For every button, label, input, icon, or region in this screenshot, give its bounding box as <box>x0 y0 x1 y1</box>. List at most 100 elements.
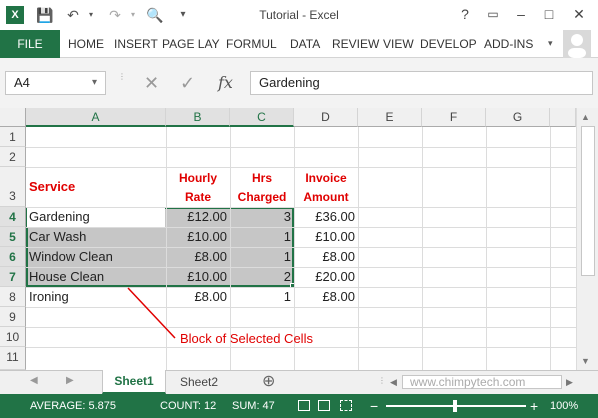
tab-view[interactable]: VIEW <box>383 30 414 58</box>
column-header-a[interactable]: A <box>26 108 166 127</box>
tab-formulas[interactable]: FORMUL <box>226 30 277 58</box>
cell-amount[interactable]: £20.00 <box>294 267 358 287</box>
sheet-tab-bar: ◀ ▶ Sheet1 Sheet2 ⊕ ⋮ ◀ www.chimpytech.c… <box>0 370 598 394</box>
header-hourly-rate-line1: Hourly <box>178 171 217 185</box>
row-header-10[interactable]: 10 <box>0 327 26 347</box>
formula-input[interactable]: Gardening <box>250 71 593 95</box>
insert-function-icon[interactable]: fx <box>218 71 233 95</box>
tab-file[interactable]: FILE <box>0 30 60 58</box>
sheet-next-icon[interactable]: ▶ <box>66 375 74 386</box>
page-break-view-icon[interactable] <box>340 400 352 411</box>
gridline <box>26 147 576 148</box>
status-sum: SUM: 47 <box>232 400 275 412</box>
cell-hrs[interactable]: 3 <box>230 207 294 227</box>
formula-bar-grip-icon[interactable]: ⋮ <box>118 73 126 92</box>
status-count: COUNT: 12 <box>160 400 217 412</box>
header-invoice-amount-line2: Amount <box>303 190 349 204</box>
gridline <box>422 127 423 370</box>
tab-review[interactable]: REVIEW <box>332 30 379 58</box>
tab-add-ins[interactable]: ADD-INS <box>484 30 533 58</box>
scroll-up-icon[interactable]: ▲ <box>581 112 590 122</box>
zoom-out-icon[interactable]: − <box>370 394 378 418</box>
watermark: www.chimpytech.com <box>410 375 526 389</box>
name-box-dropdown-icon[interactable]: ▾ <box>92 73 104 93</box>
cell-rate[interactable]: £10.00 <box>166 227 230 247</box>
select-all-corner[interactable] <box>0 108 26 127</box>
cell-hrs[interactable]: 1 <box>230 227 294 247</box>
cell-hrs[interactable]: 2 <box>230 267 294 287</box>
enter-icon[interactable]: ✓ <box>180 71 195 95</box>
header-hrs-charged-line2: Charged <box>237 190 287 204</box>
name-box[interactable]: A4 <box>5 71 106 95</box>
scroll-thumb[interactable] <box>581 126 595 276</box>
annotation-label: Block of Selected Cells <box>180 331 313 346</box>
row-header-1[interactable]: 1 <box>0 127 26 147</box>
minimize-button[interactable]: – <box>510 4 532 24</box>
column-header-h[interactable] <box>550 108 576 127</box>
cell-amount[interactable]: £8.00 <box>294 247 358 267</box>
ribbon-collapse-icon[interactable]: ▾ <box>548 38 553 49</box>
tab-split-icon[interactable]: ⋮ <box>378 376 386 385</box>
row-header-4[interactable]: 4 <box>0 207 26 227</box>
row-header-9[interactable]: 9 <box>0 307 26 327</box>
cell-rate[interactable]: £8.00 <box>166 247 230 267</box>
cell-amount[interactable]: £8.00 <box>294 287 358 307</box>
maximize-button[interactable]: □ <box>538 4 560 24</box>
help-button[interactable]: ? <box>454 4 476 24</box>
scroll-down-icon[interactable]: ▼ <box>581 356 590 366</box>
cell-hrs[interactable]: 1 <box>230 287 294 307</box>
row-header-2[interactable]: 2 <box>0 147 26 167</box>
gridline <box>358 127 359 370</box>
row-header-8[interactable]: 8 <box>0 287 26 307</box>
cell-service[interactable]: Gardening <box>26 207 166 227</box>
row-header-7[interactable]: 7 <box>0 267 26 287</box>
row-header-3[interactable]: 3 <box>0 167 26 207</box>
zoom-level[interactable]: 100% <box>550 394 578 418</box>
column-header-c[interactable]: C <box>230 108 294 127</box>
close-button[interactable]: ✕ <box>568 4 590 24</box>
title-bar: X 💾 ↶ ▾ ↷ ▾ 🔍 ▾ Tutorial - Excel ? ▭ – □… <box>0 0 598 30</box>
cell-rate[interactable]: £12.00 <box>166 207 230 227</box>
status-average: AVERAGE: 5.875 <box>30 400 117 412</box>
tab-sheet2[interactable]: Sheet2 <box>168 371 230 393</box>
cell-service[interactable]: Car Wash <box>26 227 166 247</box>
add-sheet-icon[interactable]: ⊕ <box>262 371 275 393</box>
row-header-6[interactable]: 6 <box>0 247 26 267</box>
gridline <box>550 127 551 370</box>
header-hrs-charged-line1: Hrs <box>251 171 272 185</box>
cancel-icon[interactable]: ✕ <box>144 71 159 95</box>
sheet-prev-icon[interactable]: ◀ <box>30 375 38 386</box>
row-header-5[interactable]: 5 <box>0 227 26 247</box>
column-header-f[interactable]: F <box>422 108 486 127</box>
cell-service[interactable]: Window Clean <box>26 247 166 267</box>
column-header-g[interactable]: G <box>486 108 550 127</box>
tab-developer[interactable]: DEVELOP <box>420 30 477 58</box>
row-header-11[interactable]: 11 <box>0 347 26 370</box>
cell-hrs[interactable]: 1 <box>230 247 294 267</box>
column-header-d[interactable]: D <box>294 108 358 127</box>
tab-data[interactable]: DATA <box>290 30 320 58</box>
user-avatar[interactable] <box>563 30 591 58</box>
hscroll-right-icon[interactable]: ▶ <box>566 377 573 388</box>
zoom-in-icon[interactable]: + <box>530 394 538 418</box>
ribbon-tabs: FILE HOME INSERT PAGE LAY FORMUL DATA RE… <box>0 30 598 58</box>
cell-amount[interactable]: £36.00 <box>294 207 358 227</box>
gridline <box>26 327 576 328</box>
tab-page-layout[interactable]: PAGE LAY <box>162 30 220 58</box>
formula-buttons: ✕ ✓ fx <box>130 71 247 95</box>
tab-insert[interactable]: INSERT <box>114 30 158 58</box>
gridline <box>26 307 576 308</box>
column-header-b[interactable]: B <box>166 108 230 127</box>
tab-sheet1[interactable]: Sheet1 <box>102 370 166 394</box>
page-layout-view-icon[interactable] <box>318 400 330 411</box>
column-header-e[interactable]: E <box>358 108 422 127</box>
zoom-slider-thumb[interactable] <box>453 400 457 412</box>
vertical-scrollbar[interactable]: ▲ ▼ <box>576 108 598 370</box>
tab-home[interactable]: HOME <box>68 30 104 58</box>
gridline <box>486 127 487 370</box>
normal-view-icon[interactable] <box>298 400 310 411</box>
cell-amount[interactable]: £10.00 <box>294 227 358 247</box>
ribbon-display-button[interactable]: ▭ <box>482 4 504 24</box>
hscroll-left-icon[interactable]: ◀ <box>390 377 397 388</box>
header-invoice-amount-line1: Invoice <box>305 171 347 185</box>
